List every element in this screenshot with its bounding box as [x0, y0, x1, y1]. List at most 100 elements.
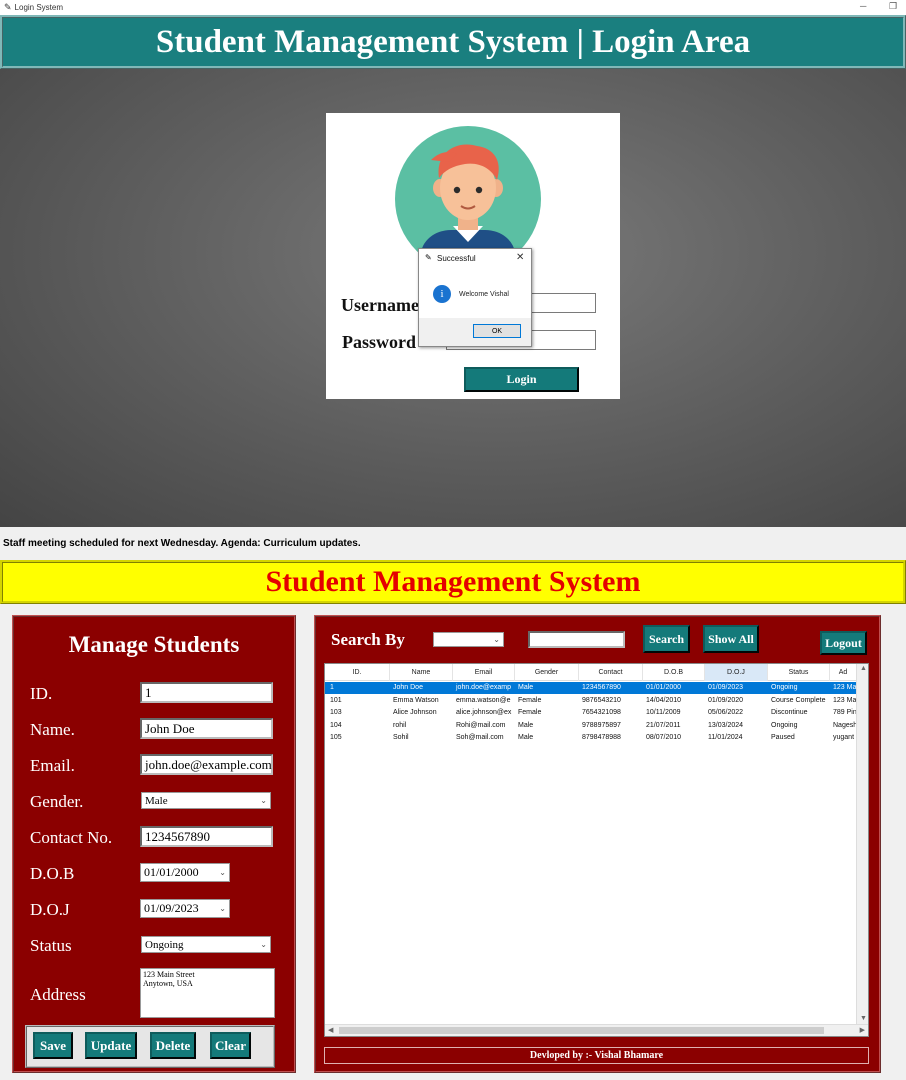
table-cell: Ongoing [771, 684, 798, 691]
search-button[interactable]: Search [643, 625, 690, 653]
id-input[interactable]: 1 [140, 682, 273, 703]
chevron-down-icon: ⌄ [219, 904, 226, 913]
table-cell: John Doe [393, 684, 423, 691]
window-titlebar: ✎ Login System ─ ❐ [0, 0, 906, 15]
address-label: Address [30, 985, 86, 1004]
address-line-2: Anytown, USA [143, 979, 193, 988]
dialog-message: Welcome Vishal [459, 291, 509, 298]
scroll-left-icon[interactable]: ◀ [328, 1026, 333, 1034]
column-header[interactable]: Name [390, 664, 453, 681]
table-cell: 104 [330, 721, 342, 729]
table-cell: Female [518, 709, 542, 716]
horizontal-scrollbar[interactable]: ◀ ▶ [325, 1024, 868, 1036]
table-cell: 123 Ma [833, 696, 857, 704]
table-cell: Female [518, 696, 542, 704]
column-header[interactable]: ID. [325, 664, 390, 681]
table-row[interactable]: 101 Emma Watson emma.watson@e Female 9876543… [325, 695, 857, 707]
dob-picker[interactable]: 01/01/2000 ⌄ [140, 863, 230, 882]
email-input[interactable]: john.doe@example.com [140, 754, 273, 775]
save-button[interactable]: Save [33, 1032, 73, 1059]
dialog-ok-button[interactable]: OK [473, 324, 521, 338]
horizontal-scroll-thumb[interactable] [339, 1027, 824, 1034]
table-cell: 9876543210 [582, 696, 621, 704]
table-cell: 13/03/2024 [708, 721, 744, 729]
chevron-down-icon: ⌄ [493, 635, 500, 644]
table-cell: 8798478988 [582, 734, 621, 741]
dob-value: 01/01/2000 [144, 865, 199, 879]
table-cell: 1 [330, 684, 334, 691]
feather-icon: ✎ [425, 253, 432, 262]
table-cell: alice.johnson@ex [456, 709, 512, 716]
table-cell: 10/11/2009 [646, 709, 681, 716]
table-cell: 08/07/2010 [646, 734, 682, 741]
doj-value: 01/09/2023 [144, 901, 199, 915]
table-cell: Discontinue [771, 709, 808, 716]
table-cell: Paused [771, 734, 795, 741]
table-cell: yugant [833, 734, 855, 741]
column-header[interactable]: Email [453, 664, 515, 681]
status-select[interactable]: Ongoing ⌄ [141, 936, 271, 953]
dob-label: D.O.B [30, 864, 75, 883]
table-cell: 1234567890 [582, 684, 621, 691]
column-header[interactable]: Contact [579, 664, 643, 681]
developer-footer: Devloped by :- Vishal Bhamare [324, 1047, 869, 1064]
show-all-button[interactable]: Show All [703, 625, 759, 653]
doj-picker[interactable]: 01/09/2023 ⌄ [140, 899, 230, 918]
status-value: Ongoing [145, 938, 184, 951]
column-header[interactable]: Gender [515, 664, 579, 681]
scroll-up-icon[interactable]: ▲ [860, 665, 867, 672]
table-row[interactable]: 105 Sohil Soh@mail.com Male 8798478988 08/07/… [325, 732, 857, 744]
dialog-close-icon[interactable]: ✕ [516, 252, 524, 263]
table-row[interactable]: 1 John Doe john.doe@examp Male 1234567890 01/… [325, 682, 857, 694]
table-cell: Alice Johnson [393, 709, 437, 716]
info-icon: i [433, 285, 451, 303]
vertical-scrollbar[interactable]: ▲ ▼ [856, 664, 868, 1024]
contact-label: Contact No. [30, 828, 113, 847]
column-header[interactable]: D.O.J [705, 664, 768, 681]
search-by-select[interactable]: ⌄ [433, 632, 504, 647]
dialog-title: Successful [437, 254, 476, 263]
table-cell: 101 [330, 696, 342, 704]
student-table[interactable]: ID. Name Email Gender Contact D.O.B D.O.J Statu… [324, 663, 869, 1037]
gender-label: Gender. [30, 792, 84, 811]
table-row[interactable]: 103 Alice Johnson alice.johnson@ex Female 76… [325, 707, 857, 719]
table-cell: 01/09/2023 [708, 684, 744, 691]
app-banner: Student Management System [0, 560, 906, 604]
manage-students-title: Manage Students [68, 632, 240, 657]
search-by-label: Search By [331, 630, 405, 649]
table-cell: Course Complete [771, 696, 826, 704]
table-cell: emma.watson@e [456, 696, 511, 704]
table-cell: 14/04/2010 [646, 696, 682, 704]
table-cell: Sohil [393, 734, 409, 741]
scroll-right-icon[interactable]: ▶ [860, 1026, 865, 1034]
login-button[interactable]: Login [464, 367, 579, 392]
chevron-down-icon: ⌄ [260, 796, 267, 805]
feather-icon: ✎ [4, 2, 12, 12]
table-cell: 11/01/2024 [708, 734, 743, 741]
column-header[interactable]: Ad [830, 664, 857, 681]
email-label: Email. [30, 756, 75, 775]
dialog-footer: OK [419, 318, 531, 346]
column-header[interactable]: Status [768, 664, 830, 681]
scroll-down-icon[interactable]: ▼ [860, 1015, 867, 1022]
table-row[interactable]: 104 rohil Rohi@mail.com Male 9788975897 21/07… [325, 720, 857, 732]
name-input[interactable]: John Doe [140, 718, 273, 739]
delete-button[interactable]: Delete [150, 1032, 196, 1059]
table-cell: 123 Ma [833, 684, 857, 691]
doj-label: D.O.J [30, 900, 70, 919]
address-textarea[interactable]: 123 Main Street Anytown, USA [140, 968, 275, 1018]
gender-select[interactable]: Male ⌄ [141, 792, 271, 809]
logout-button[interactable]: Logout [820, 631, 867, 655]
contact-input[interactable]: 1234567890 [140, 826, 273, 847]
table-cell: Emma Watson [393, 696, 439, 704]
name-label: Name. [30, 720, 75, 739]
table-cell: rohil [393, 721, 407, 729]
search-input[interactable] [528, 631, 625, 648]
notice-text: Staff meeting scheduled for next Wednesd… [3, 538, 361, 549]
address-line-1: 123 Main Street [143, 970, 195, 979]
update-button[interactable]: Update [85, 1032, 137, 1059]
clear-button[interactable]: Clear [210, 1032, 251, 1059]
column-header[interactable]: D.O.B [643, 664, 705, 681]
restore-icon[interactable]: ❐ [889, 1, 897, 12]
minimize-icon[interactable]: ─ [860, 1, 866, 11]
